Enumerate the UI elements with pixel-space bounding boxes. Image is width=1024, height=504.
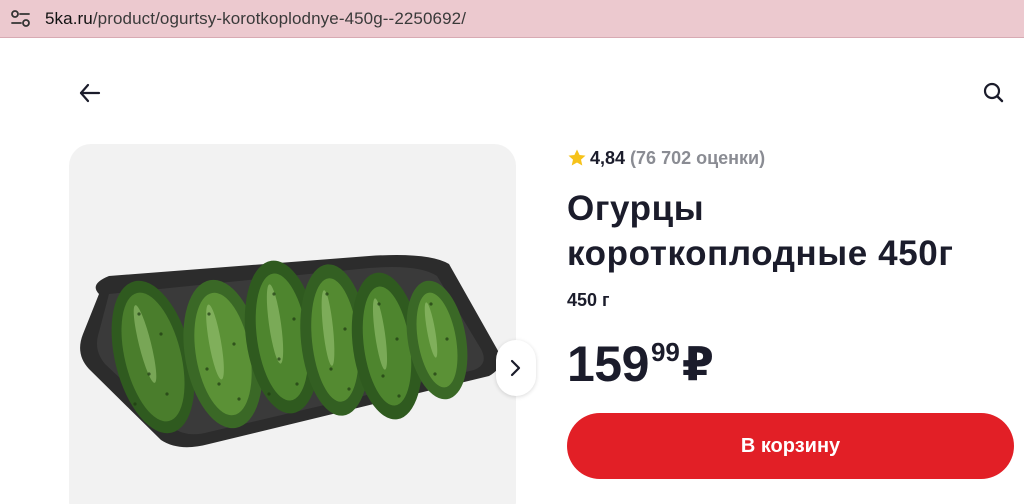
product-image-gallery[interactable] xyxy=(69,144,516,504)
add-to-cart-label: В корзину xyxy=(740,434,841,457)
currency-symbol: ₽ xyxy=(681,338,714,390)
add-to-cart-button[interactable]: В корзину xyxy=(567,413,1014,479)
price-rubles: 159 xyxy=(567,336,649,392)
product-title: Огурцы короткоплодные 450г xyxy=(567,189,954,273)
tune-icon[interactable] xyxy=(10,9,32,29)
product-weight: 450 г xyxy=(567,290,610,310)
url-host: 5ka.ru xyxy=(45,9,93,28)
star-icon xyxy=(567,148,587,168)
url-path: /product/ogurtsy-korotkoplodnye-450g--22… xyxy=(92,9,467,28)
product-rating[interactable]: 4,84 (76 702 оценки) xyxy=(567,147,765,169)
browser-address-bar[interactable]: 5ka.ru/product/ogurtsy-korotkoplodnye-45… xyxy=(0,0,1024,38)
search-button[interactable] xyxy=(980,80,1008,106)
rating-score: 4,84 xyxy=(590,147,626,168)
search-icon xyxy=(980,82,1008,110)
url-text[interactable]: 5ka.ru/product/ogurtsy-korotkoplodnye-45… xyxy=(45,9,466,29)
product-image xyxy=(80,255,501,448)
rating-count: (76 702 оценки) xyxy=(630,147,766,168)
back-button[interactable] xyxy=(76,80,104,106)
price-kopecks: 99 xyxy=(650,337,680,367)
arrow-left-icon xyxy=(76,83,104,110)
gallery-next-button[interactable] xyxy=(496,340,536,396)
product-price: 159 99 ₽ xyxy=(567,336,714,392)
